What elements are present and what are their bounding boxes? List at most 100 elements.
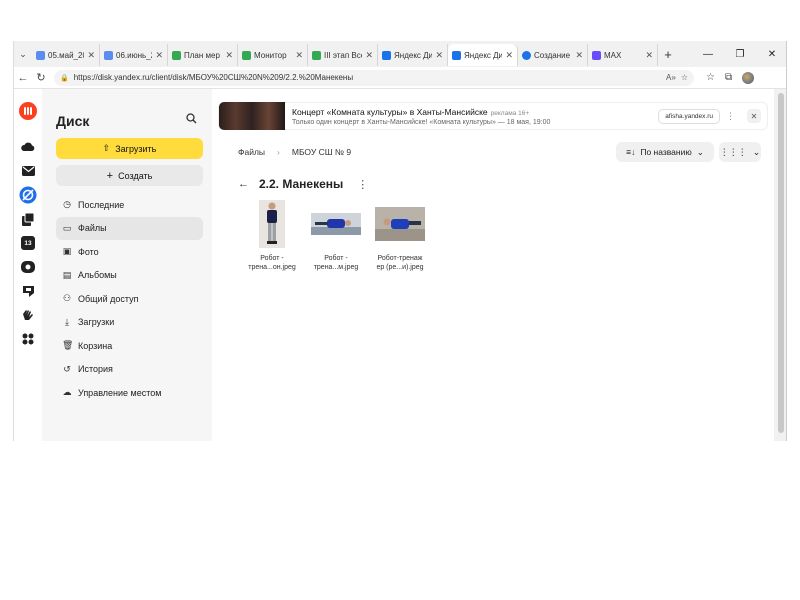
apps-grid-icon[interactable] xyxy=(18,329,38,349)
new-tab-plus-icon[interactable]: + xyxy=(658,47,678,62)
page-scrollbar[interactable] xyxy=(774,89,786,441)
upload-button[interactable]: ⇧ Загрузить xyxy=(56,138,203,159)
people-icon: ⚇ xyxy=(62,293,72,304)
browser-tab-5[interactable]: Яндекс Ди ✕ xyxy=(378,44,448,66)
tab-close-icon[interactable]: ✕ xyxy=(365,50,373,61)
cloud-icon[interactable] xyxy=(18,137,38,157)
browser-window: ⌄ 05.май_20 ✕ 06.июнь_2 ✕ План мер ✕ Мон… xyxy=(13,41,787,441)
tab-title: Монитор xyxy=(254,50,287,60)
sidebar-item-recent[interactable]: ◷ Последние xyxy=(56,193,203,217)
folder-menu-icon[interactable]: ⋮ xyxy=(357,178,368,191)
read-aloud-icon[interactable]: A» xyxy=(666,73,676,82)
sidebar-item-label: Общий доступ xyxy=(78,293,139,304)
ad-image xyxy=(219,102,285,130)
window-controls: — ❐ ✕ xyxy=(692,49,786,60)
sort-label: По названию xyxy=(640,147,692,157)
sidebar-item-albums[interactable]: ▤ Альбомы xyxy=(56,264,203,288)
tab-menu-chevron-icon[interactable]: ⌄ xyxy=(14,49,32,60)
tab-close-icon[interactable]: ✕ xyxy=(87,50,95,61)
refresh-icon[interactable]: ↻ xyxy=(32,71,50,84)
sort-icon: ≡↓ xyxy=(626,147,636,157)
plus-icon: + xyxy=(106,169,114,182)
brand-title[interactable]: Диск xyxy=(56,113,89,129)
chevron-down-icon: ⌄ xyxy=(752,146,761,157)
sidebar-item-files[interactable]: ▭ Файлы xyxy=(56,216,203,240)
ad-title-text: Концерт «Комната культуры» в Ханты-Манси… xyxy=(292,106,488,117)
window-close-icon[interactable]: ✕ xyxy=(756,49,786,60)
file-name-line: ер (ре...и).jpeg xyxy=(376,264,424,271)
browser-tab-8[interactable]: MAX ✕ xyxy=(588,44,658,66)
view-mode-button[interactable]: ⋮⋮⋮ ⌄ xyxy=(719,142,761,162)
breadcrumb: Файлы › МБОУ СШ № 9 xyxy=(238,147,351,157)
ad-link-button[interactable]: afisha.yandex.ru xyxy=(658,108,720,124)
yandex-disk-favicon-icon xyxy=(382,50,391,60)
browser-tab-4[interactable]: III этап Все ✕ xyxy=(308,44,378,66)
file-name-line: Робот-тренаж xyxy=(377,255,423,262)
create-button[interactable]: + Создать xyxy=(56,165,203,186)
browser-tab-3[interactable]: Монитор ✕ xyxy=(238,44,308,66)
sidebar-item-shared[interactable]: ⚇ Общий доступ xyxy=(56,287,203,311)
docs-icon[interactable] xyxy=(18,209,38,229)
file-item[interactable]: Робот - трена...он.jpeg xyxy=(242,199,302,272)
sidebar-item-label: Загрузки xyxy=(78,317,115,328)
yandex-logo-icon[interactable] xyxy=(18,101,38,121)
tab-close-icon[interactable]: ✕ xyxy=(575,50,583,61)
tab-close-icon[interactable]: ✕ xyxy=(505,50,513,61)
ad-more-icon[interactable]: ⋮ xyxy=(726,111,735,122)
browser-icon[interactable] xyxy=(18,185,38,205)
favorites-icon[interactable]: ☆ xyxy=(706,72,715,83)
breadcrumb-files[interactable]: Файлы xyxy=(238,147,265,157)
sidebar-item-photo[interactable]: ▣ Фото xyxy=(56,240,203,264)
disk-sidebar: Диск ⇧ Загрузить + Создать ◷ Последние ▭… xyxy=(42,89,212,441)
browser-tab-0[interactable]: 05.май_20 ✕ xyxy=(32,44,100,66)
sidebar-item-trash[interactable]: 🗑 Корзина xyxy=(56,334,203,358)
folder-header: ← 2.2. Манекены ⋮ xyxy=(238,177,368,191)
telemost-icon[interactable] xyxy=(18,257,38,277)
browser-tab-1[interactable]: 06.июнь_2 ✕ xyxy=(100,44,168,66)
tab-close-icon[interactable]: ✕ xyxy=(155,50,163,61)
favorite-star-icon[interactable]: ☆ xyxy=(681,73,688,82)
browser-tab-active[interactable]: Яндекс Ди ✕ xyxy=(448,44,518,66)
sort-button[interactable]: ≡↓ По названию ⌄ xyxy=(616,142,714,162)
file-grid: Робот - трена...он.jpeg Робот - трена...… xyxy=(242,199,430,272)
back-arrow-icon[interactable]: ← xyxy=(238,178,249,190)
tab-title: Яндекс Ди xyxy=(464,50,503,60)
calendar-icon[interactable]: 13 xyxy=(18,233,38,253)
tab-title: MAX xyxy=(604,50,622,60)
browser-tab-2[interactable]: План мер ✕ xyxy=(168,44,238,66)
lock-icon[interactable]: 🔒 xyxy=(60,74,69,82)
mail-icon[interactable] xyxy=(18,161,38,181)
main-content: Концерт «Комната культуры» в Ханты-Манси… xyxy=(212,89,774,441)
tab-close-icon[interactable]: ✕ xyxy=(645,50,653,61)
forms-favicon-icon xyxy=(172,50,181,60)
tab-title: Создание xyxy=(534,50,571,60)
minimize-icon[interactable]: — xyxy=(692,49,724,60)
sidebar-item-downloads[interactable]: ⤓ Загрузки xyxy=(56,311,203,335)
sidebar-item-storage[interactable]: ☁ Управление местом xyxy=(56,381,203,405)
back-arrow-icon[interactable]: ← xyxy=(14,72,32,84)
restore-icon[interactable]: ❐ xyxy=(724,49,756,60)
tab-close-icon[interactable]: ✕ xyxy=(435,50,443,61)
scrollbar-thumb[interactable] xyxy=(778,93,784,433)
sidebar-item-label: Последние xyxy=(78,199,125,210)
url-input[interactable]: 🔒 https://disk.yandex.ru/client/disk/МБО… xyxy=(54,69,694,86)
file-item[interactable]: Робот - трена...м.jpeg xyxy=(306,199,366,272)
search-icon[interactable] xyxy=(186,113,197,127)
collections-icon[interactable]: ⧉ xyxy=(725,72,732,83)
browser-tab-7[interactable]: Создание ✕ xyxy=(518,44,588,66)
breadcrumb-school[interactable]: МБОУ СШ № 9 xyxy=(292,147,351,157)
file-item[interactable]: Робот-тренаж ер (ре...и).jpeg xyxy=(370,199,430,272)
ad-mark: реклама 16+ xyxy=(490,109,530,117)
sidebar-item-label: Корзина xyxy=(78,340,113,351)
clock-icon: ◷ xyxy=(63,199,71,210)
messenger-icon[interactable] xyxy=(18,281,38,301)
tab-close-icon[interactable]: ✕ xyxy=(225,50,233,61)
profile-avatar[interactable] xyxy=(742,71,755,84)
tab-close-icon[interactable]: ✕ xyxy=(295,50,303,61)
sidebar-item-label: Файлы xyxy=(78,223,107,234)
ad-banner[interactable]: Концерт «Комната культуры» в Ханты-Манси… xyxy=(218,102,768,130)
ad-close-icon[interactable]: ✕ xyxy=(747,109,761,123)
photo-icon: ▣ xyxy=(62,246,72,257)
hand-icon[interactable] xyxy=(18,305,38,325)
sidebar-item-history[interactable]: ↺ История xyxy=(56,358,203,382)
